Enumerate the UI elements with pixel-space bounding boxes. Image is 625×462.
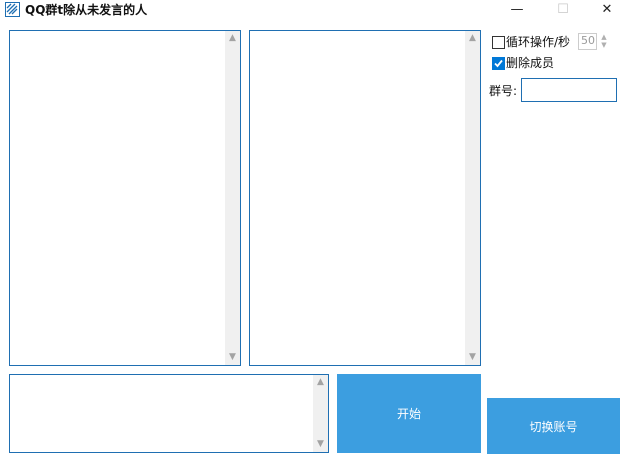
left-list[interactable]: ▲ ▼: [9, 30, 241, 366]
scroll-down-icon[interactable]: ▼: [225, 350, 240, 365]
delete-label: 删除成员: [506, 56, 555, 70]
title-bar[interactable]: QQ群t除从未发言的人 — ☐ ✕: [0, 0, 625, 22]
app-icon: [5, 2, 20, 17]
switch-account-button[interactable]: 切换账号: [487, 398, 620, 454]
loop-interval-spinner[interactable]: 50: [578, 33, 597, 50]
window-title: QQ群t除从未发言的人: [25, 3, 148, 17]
middle-list[interactable]: ▲ ▼: [249, 30, 481, 366]
group-number-input[interactable]: [521, 78, 617, 102]
delete-checkbox[interactable]: [492, 56, 505, 70]
spinner-arrows[interactable]: ▲ ▼: [598, 33, 610, 50]
log-textbox[interactable]: ▲ ▼: [9, 374, 329, 453]
spin-down-icon[interactable]: ▼: [598, 41, 610, 49]
loop-checkbox[interactable]: [492, 35, 505, 49]
scroll-down-icon[interactable]: ▼: [313, 437, 328, 452]
scroll-down-icon[interactable]: ▼: [465, 350, 480, 365]
close-button[interactable]: ✕: [584, 0, 625, 22]
scroll-up-icon[interactable]: ▲: [465, 31, 480, 46]
loop-option[interactable]: 循环操作/秒: [492, 34, 570, 50]
scroll-up-icon[interactable]: ▲: [313, 375, 328, 390]
spin-up-icon[interactable]: ▲: [598, 33, 610, 41]
middle-list-scrollbar[interactable]: ▲ ▼: [465, 31, 480, 365]
start-button[interactable]: 开始: [337, 374, 481, 453]
app-window: QQ群t除从未发言的人 — ☐ ✕ ▲ ▼ ▲ ▼ ▲ ▼ 循环操作/秒 50 …: [0, 0, 625, 462]
log-textbox-scrollbar[interactable]: ▲ ▼: [313, 375, 328, 452]
maximize-button[interactable]: ☐: [540, 0, 586, 22]
loop-label: 循环操作/秒: [506, 35, 571, 49]
group-number-label: 群号:: [489, 84, 518, 98]
scroll-up-icon[interactable]: ▲: [225, 31, 240, 46]
left-list-scrollbar[interactable]: ▲ ▼: [225, 31, 240, 365]
delete-option[interactable]: 删除成员: [492, 55, 554, 71]
minimize-button[interactable]: —: [494, 0, 540, 22]
